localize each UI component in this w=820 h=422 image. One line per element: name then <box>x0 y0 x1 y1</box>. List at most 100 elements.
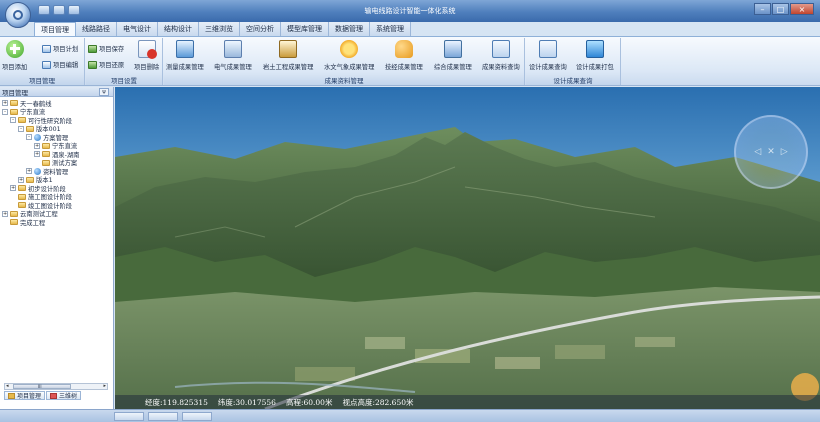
panel-title: 项目管理 <box>2 88 28 97</box>
tab-electrical-design[interactable]: 电气设计 <box>117 22 158 36</box>
folder-icon <box>26 125 34 132</box>
compass-center-icon[interactable]: ✕ <box>767 147 775 157</box>
project-plan-button[interactable]: 项目计划 <box>42 44 78 53</box>
tree-node[interactable]: 施工图设计阶段 <box>0 193 113 201</box>
tree-node[interactable]: + 天一春鹤线 <box>0 99 113 108</box>
scroll-thumb[interactable]: III <box>13 384 71 389</box>
project-delete-button[interactable]: 项目删除 <box>134 39 159 71</box>
design-results-package-button[interactable]: 设计成果打包 <box>576 39 614 71</box>
longitude-readout: 经度:119.825315 <box>145 397 208 407</box>
window-title: 输电线路设计智能一体化系统 <box>364 7 456 15</box>
expand-icon[interactable]: + <box>18 176 24 183</box>
maximize-button[interactable]: □ <box>772 3 789 15</box>
pin-icon[interactable]: ψ <box>99 88 109 96</box>
rotate-right-icon[interactable]: ▷ <box>781 147 788 157</box>
comprehensive-results-button[interactable]: 综合成果管理 <box>434 39 472 71</box>
folder-icon <box>10 210 18 217</box>
tree-node[interactable]: + 初步设计阶段 <box>0 184 113 193</box>
status-segment <box>182 412 212 421</box>
tree-node[interactable]: + 宁东直流 <box>0 142 113 150</box>
terrain-scene <box>115 87 820 409</box>
folder-icon <box>10 108 18 115</box>
folder-icon <box>10 219 18 226</box>
rotate-left-icon[interactable]: ◁ <box>754 147 761 157</box>
sun-icon <box>340 40 359 58</box>
tree-node[interactable]: + 版本1 <box>0 176 113 184</box>
project-add-button[interactable]: 项目添加 <box>2 39 27 71</box>
expand-icon[interactable]: + <box>2 210 8 217</box>
tree-node[interactable]: 完成工程 <box>0 218 113 227</box>
panel-header: 项目管理 ψ <box>0 87 113 97</box>
electrical-icon <box>223 40 242 58</box>
folder-icon <box>18 202 26 209</box>
title-bar: 输电线路设计智能一体化系统 – □ × <box>0 0 820 22</box>
horizontal-scrollbar[interactable]: ◂ III ▸ <box>4 383 108 390</box>
3d-terrain-view[interactable]: ◁ ✕ ▷ 经度:119.825315 纬度:30.017556 高程:60.0… <box>115 87 820 409</box>
folder-icon <box>42 151 50 158</box>
project-edit-button[interactable]: 项目编辑 <box>42 60 78 69</box>
collapse-icon[interactable]: - <box>18 125 24 132</box>
scroll-grip: III <box>38 384 42 389</box>
tree-node[interactable]: - 方案管理 <box>0 133 113 142</box>
tree-node[interactable]: 测试方案 <box>0 159 113 167</box>
tab-system-management[interactable]: 系统管理 <box>370 22 411 36</box>
tree-node[interactable]: + 资料管理 <box>0 167 113 176</box>
latitude-readout: 纬度:30.017556 <box>217 397 276 407</box>
tab-3d-browse[interactable]: 三维浏览 <box>199 22 240 36</box>
collapse-icon[interactable]: - <box>10 117 16 124</box>
project-tree: + 天一春鹤线 - 宁东直流 - 可行性研究阶段 - 版本001- 方案管理 + 宁东直流 + 酒泉-湖… <box>0 99 113 227</box>
expand-icon[interactable]: + <box>34 151 40 158</box>
collapse-icon[interactable]: - <box>2 108 8 115</box>
save-icon <box>88 44 97 53</box>
tree-node[interactable]: - 宁东直流 <box>0 108 113 116</box>
expand-icon[interactable]: + <box>2 100 8 107</box>
survey-results-button[interactable]: 测量成果管理 <box>166 39 204 71</box>
expand-icon[interactable]: + <box>10 185 16 192</box>
project-restore-button[interactable]: 项目还原 <box>88 60 124 69</box>
panel-tab-3d-tree[interactable]: 三维树 <box>46 391 82 400</box>
expand-icon[interactable]: + <box>26 168 32 175</box>
altitude-readout: 高程:60.00米 <box>285 397 333 407</box>
project-archive-button[interactable]: 项目保存 <box>88 44 124 53</box>
hydro-weather-results-button[interactable]: 水文气象成果管理 <box>324 39 374 71</box>
folder-icon <box>42 142 50 149</box>
globe-icon <box>34 133 41 141</box>
scroll-right-icon[interactable]: ▸ <box>103 383 106 389</box>
tree-node[interactable]: - 版本001 <box>0 125 113 133</box>
tab-project-management[interactable]: 项目管理 <box>34 22 76 36</box>
tab-line-route[interactable]: 线路路径 <box>76 22 117 36</box>
expand-icon[interactable]: + <box>34 142 40 149</box>
geotech-results-button[interactable]: 岩土工程成果管理 <box>263 39 313 71</box>
globe-icon <box>34 167 41 175</box>
group-project-settings: 项目保存 项目还原 项目删除 项目设置 <box>86 38 163 85</box>
coordinate-status-bar: 经度:119.825315 纬度:30.017556 高程:60.00米 视点高… <box>115 395 820 409</box>
close-button[interactable]: × <box>790 3 814 15</box>
tab-model-library[interactable]: 模型库管理 <box>281 22 329 36</box>
scroll-left-icon[interactable]: ◂ <box>6 383 9 389</box>
tab-data-management[interactable]: 数据管理 <box>329 22 370 36</box>
group-results-management: 测量成果管理 电气成果管理 岩土工程成果管理 水文气象成果管理 技经成果管理 综… <box>164 38 525 85</box>
panel-tab-project[interactable]: 项目管理 <box>4 391 46 400</box>
tech-econ-results-button[interactable]: 技经成果管理 <box>385 39 423 71</box>
navigation-compass[interactable]: ◁ ✕ ▷ <box>734 115 808 189</box>
ribbon: 项目添加 项目计划 项目编辑 项目管理 项目保存 项目还原 项目删除 项目设置 <box>0 36 820 86</box>
status-segment <box>114 412 144 421</box>
minimize-button[interactable]: – <box>754 3 771 15</box>
tree-node[interactable]: + 酒泉-湖南 <box>0 150 113 159</box>
tab-spatial-analysis[interactable]: 空间分析 <box>240 22 281 36</box>
electrical-results-button[interactable]: 电气成果管理 <box>214 39 252 71</box>
status-segment <box>148 412 178 421</box>
tree-node[interactable]: - 可行性研究阶段 <box>0 116 113 125</box>
design-results-query-button[interactable]: 设计成果查询 <box>529 39 567 71</box>
tree-node[interactable]: + 云南测试工程 <box>0 210 113 218</box>
application-menu-button[interactable] <box>5 2 31 28</box>
tree-node[interactable]: 竣工图设计阶段 <box>0 201 113 210</box>
tab-structural-design[interactable]: 结构设计 <box>158 22 199 36</box>
collapse-icon[interactable]: - <box>26 134 32 141</box>
results-query-button[interactable]: 成果资料查询 <box>482 39 520 71</box>
folder-icon <box>18 185 26 192</box>
view-height-readout: 视点高度:282.650米 <box>342 397 414 407</box>
